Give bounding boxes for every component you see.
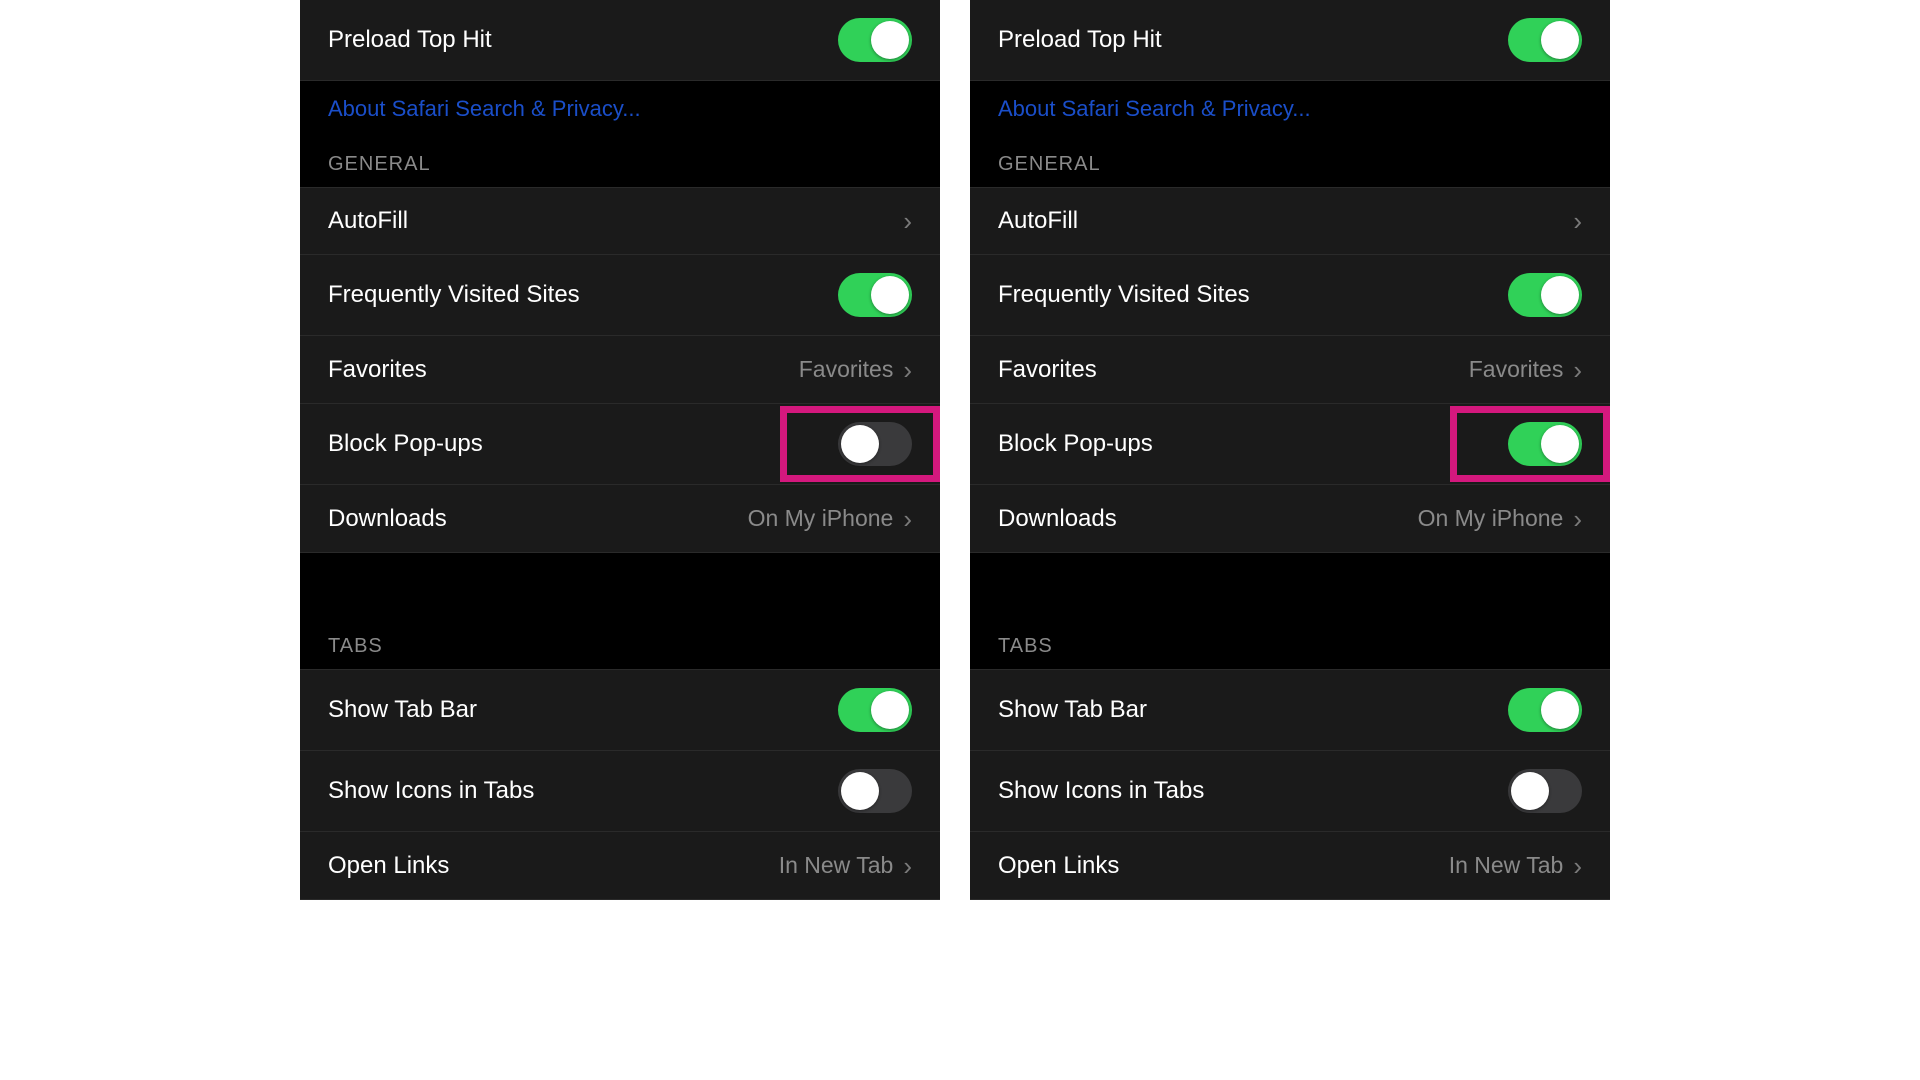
- open-links-value: In New Tab: [1449, 852, 1564, 879]
- favorites-value-group: Favorites ›: [1469, 356, 1582, 383]
- general-header-text: GENERAL: [328, 153, 431, 175]
- favorites-value: Favorites: [1469, 356, 1564, 383]
- autofill-label: AutoFill: [328, 207, 408, 235]
- downloads-row[interactable]: Downloads On My iPhone ›: [970, 485, 1610, 553]
- preload-top-hit-row[interactable]: Preload Top Hit: [970, 0, 1610, 81]
- show-tab-bar-label: Show Tab Bar: [998, 696, 1147, 724]
- about-safari-link[interactable]: About Safari Search & Privacy...: [328, 96, 641, 121]
- general-section-header: GENERAL: [300, 133, 940, 187]
- favorites-value: Favorites: [799, 356, 894, 383]
- section-gap: [970, 553, 1610, 613]
- settings-panel-left: Preload Top Hit About Safari Search & Pr…: [300, 0, 940, 900]
- tabs-header-text: TABS: [998, 635, 1053, 657]
- frequently-visited-row[interactable]: Frequently Visited Sites: [300, 255, 940, 336]
- downloads-label: Downloads: [328, 505, 447, 533]
- chevron-right-icon: ›: [1573, 357, 1582, 383]
- show-tab-bar-row[interactable]: Show Tab Bar: [970, 669, 1610, 751]
- chevron-right-icon: ›: [903, 853, 912, 879]
- frequently-visited-label: Frequently Visited Sites: [328, 281, 580, 309]
- about-safari-link-row[interactable]: About Safari Search & Privacy...: [300, 81, 940, 133]
- show-icons-toggle[interactable]: [1508, 769, 1582, 813]
- frequently-visited-toggle[interactable]: [838, 273, 912, 317]
- general-header-text: GENERAL: [998, 153, 1101, 175]
- block-popups-row[interactable]: Block Pop-ups: [970, 404, 1610, 485]
- frequently-visited-toggle[interactable]: [1508, 273, 1582, 317]
- open-links-row[interactable]: Open Links In New Tab ›: [300, 832, 940, 900]
- show-icons-label: Show Icons in Tabs: [328, 777, 534, 805]
- chevron-right-icon: ›: [903, 506, 912, 532]
- frequently-visited-label: Frequently Visited Sites: [998, 281, 1250, 309]
- preload-top-hit-row[interactable]: Preload Top Hit: [300, 0, 940, 81]
- downloads-row[interactable]: Downloads On My iPhone ›: [300, 485, 940, 553]
- comparison-container: Preload Top Hit About Safari Search & Pr…: [300, 0, 1620, 900]
- downloads-value: On My iPhone: [1418, 505, 1564, 532]
- autofill-row[interactable]: AutoFill ›: [300, 187, 940, 255]
- chevron-right-icon: ›: [1573, 208, 1582, 234]
- open-links-label: Open Links: [998, 852, 1119, 880]
- block-popups-label: Block Pop-ups: [998, 430, 1153, 458]
- favorites-row[interactable]: Favorites Favorites ›: [970, 336, 1610, 404]
- chevron-right-icon: ›: [1573, 853, 1582, 879]
- about-safari-link[interactable]: About Safari Search & Privacy...: [998, 96, 1311, 121]
- show-tab-bar-row[interactable]: Show Tab Bar: [300, 669, 940, 751]
- preload-top-hit-label: Preload Top Hit: [328, 26, 492, 54]
- show-tab-bar-label: Show Tab Bar: [328, 696, 477, 724]
- open-links-value: In New Tab: [779, 852, 894, 879]
- block-popups-toggle[interactable]: [838, 422, 912, 466]
- block-popups-label: Block Pop-ups: [328, 430, 483, 458]
- show-icons-row[interactable]: Show Icons in Tabs: [970, 751, 1610, 832]
- show-icons-toggle[interactable]: [838, 769, 912, 813]
- chevron-right-icon: ›: [903, 357, 912, 383]
- autofill-chevron-group: ›: [903, 208, 912, 234]
- downloads-value-group: On My iPhone ›: [1418, 505, 1582, 532]
- favorites-value-group: Favorites ›: [799, 356, 912, 383]
- tabs-section-header: TABS: [970, 613, 1610, 669]
- tabs-header-text: TABS: [328, 635, 383, 657]
- block-popups-toggle[interactable]: [1508, 422, 1582, 466]
- autofill-label: AutoFill: [998, 207, 1078, 235]
- downloads-value-group: On My iPhone ›: [748, 505, 912, 532]
- show-tab-bar-toggle[interactable]: [838, 688, 912, 732]
- open-links-row[interactable]: Open Links In New Tab ›: [970, 832, 1610, 900]
- show-icons-label: Show Icons in Tabs: [998, 777, 1204, 805]
- favorites-label: Favorites: [328, 356, 427, 384]
- chevron-right-icon: ›: [1573, 506, 1582, 532]
- autofill-row[interactable]: AutoFill ›: [970, 187, 1610, 255]
- preload-top-hit-label: Preload Top Hit: [998, 26, 1162, 54]
- preload-top-hit-toggle[interactable]: [1508, 18, 1582, 62]
- autofill-chevron-group: ›: [1573, 208, 1582, 234]
- general-section-header: GENERAL: [970, 133, 1610, 187]
- downloads-value: On My iPhone: [748, 505, 894, 532]
- about-safari-link-row[interactable]: About Safari Search & Privacy...: [970, 81, 1610, 133]
- preload-top-hit-toggle[interactable]: [838, 18, 912, 62]
- open-links-label: Open Links: [328, 852, 449, 880]
- open-links-value-group: In New Tab ›: [779, 852, 912, 879]
- open-links-value-group: In New Tab ›: [1449, 852, 1582, 879]
- show-icons-row[interactable]: Show Icons in Tabs: [300, 751, 940, 832]
- favorites-row[interactable]: Favorites Favorites ›: [300, 336, 940, 404]
- block-popups-row[interactable]: Block Pop-ups: [300, 404, 940, 485]
- downloads-label: Downloads: [998, 505, 1117, 533]
- chevron-right-icon: ›: [903, 208, 912, 234]
- favorites-label: Favorites: [998, 356, 1097, 384]
- settings-panel-right: Preload Top Hit About Safari Search & Pr…: [970, 0, 1610, 900]
- show-tab-bar-toggle[interactable]: [1508, 688, 1582, 732]
- section-gap: [300, 553, 940, 613]
- frequently-visited-row[interactable]: Frequently Visited Sites: [970, 255, 1610, 336]
- tabs-section-header: TABS: [300, 613, 940, 669]
